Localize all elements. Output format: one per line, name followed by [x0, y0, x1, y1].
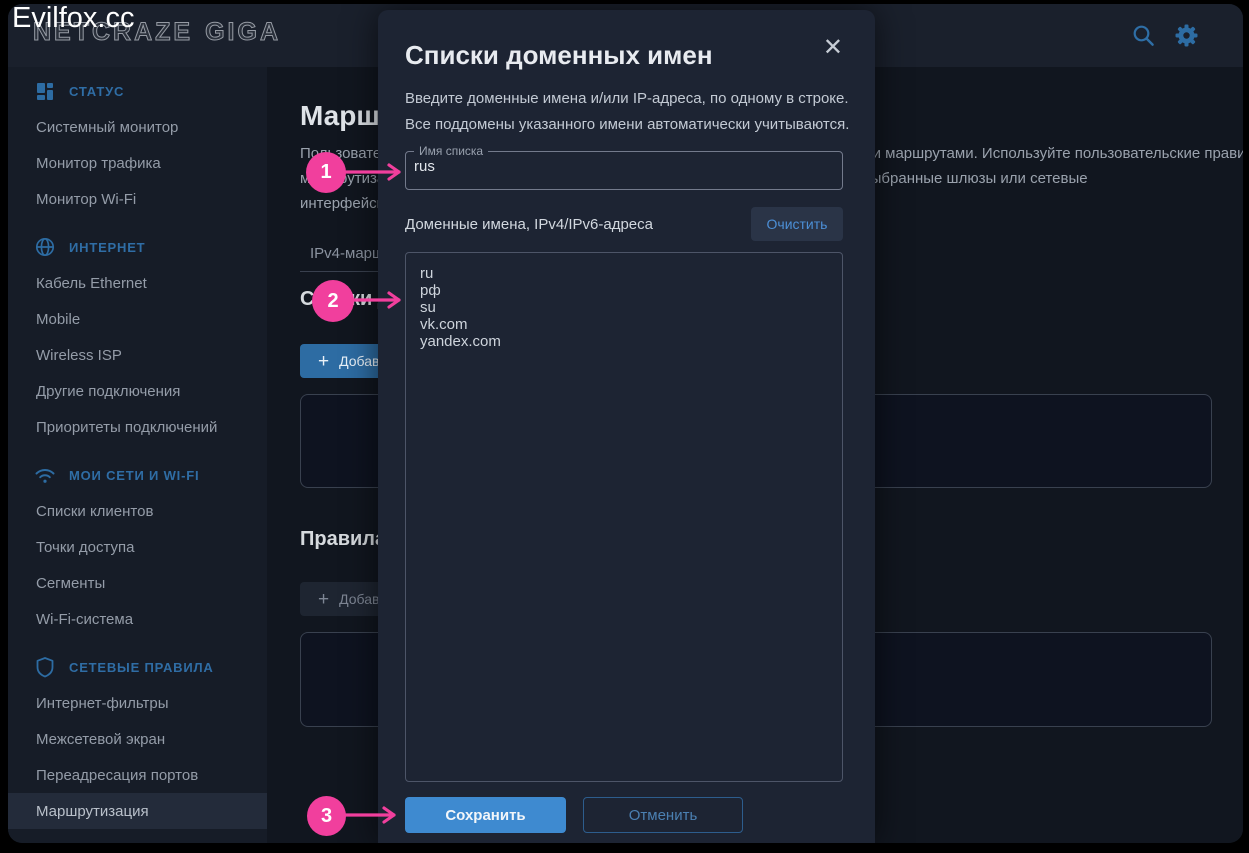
annotation-marker-3: 3: [307, 796, 346, 836]
sidebar-item[interactable]: Wi-Fi-система: [8, 601, 267, 637]
gear-icon[interactable]: [1174, 23, 1199, 48]
sidebar-section-header: СТАТУС: [8, 73, 267, 109]
sidebar-item[interactable]: Монитор трафика: [8, 145, 267, 181]
sidebar-section-label: СТАТУС: [69, 84, 124, 99]
sidebar-item[interactable]: Кабель Ethernet: [8, 265, 267, 301]
sidebar-item[interactable]: Wireless ISP: [8, 337, 267, 373]
list-name-label: Имя списка: [414, 144, 488, 158]
sidebar-item[interactable]: Системный монитор: [8, 109, 267, 145]
sidebar-item[interactable]: Монитор Wi-Fi: [8, 181, 267, 217]
sidebar-item[interactable]: Переадресация портов: [8, 757, 267, 793]
sidebar-item[interactable]: Приоритеты подключений: [8, 409, 267, 445]
plus-icon: +: [318, 590, 329, 609]
plus-icon: +: [318, 352, 329, 371]
arrow-icon: [344, 162, 408, 182]
dialog-subtitle-line: Введите доменные имена и/или IP-адреса, …: [405, 86, 849, 112]
sidebar-item[interactable]: Точки доступа: [8, 529, 267, 565]
domains-label: Доменные имена, IPv4/IPv6-адреса: [405, 216, 653, 233]
list-name-fieldset: Имя списка: [405, 144, 843, 190]
shield-icon: [34, 656, 56, 678]
save-button[interactable]: Сохранить: [405, 797, 566, 833]
sidebar-section-header: ИНТЕРНЕТ: [8, 229, 267, 265]
dialog-subtitle-line: Все поддомены указанного имени автоматич…: [405, 112, 849, 138]
cancel-button[interactable]: Отменить: [583, 797, 743, 833]
sidebar-section-label: МОИ СЕТИ И WI-FI: [69, 468, 199, 483]
sidebar-section-header: МОИ СЕТИ И WI-FI: [8, 457, 267, 493]
sidebar-section-label: СЕТЕВЫЕ ПРАВИЛА: [69, 660, 214, 675]
clear-button[interactable]: Очистить: [751, 207, 843, 241]
annotation-marker-2: 2: [312, 280, 354, 322]
sidebar-section-label: ИНТЕРНЕТ: [69, 240, 145, 255]
globe-icon: [34, 236, 56, 258]
logo-secondary: GIGA: [205, 18, 281, 46]
wifi-icon: [34, 464, 56, 486]
sidebar-item[interactable]: Межсетевой экран: [8, 721, 267, 757]
close-icon[interactable]: ✕: [823, 36, 843, 60]
sidebar-item[interactable]: Другие подключения: [8, 373, 267, 409]
search-icon[interactable]: [1132, 24, 1155, 47]
list-name-input[interactable]: [406, 158, 842, 181]
sidebar-item[interactable]: Mobile: [8, 301, 267, 337]
sidebar-item[interactable]: Списки клиентов: [8, 493, 267, 529]
sidebar-item[interactable]: Сегменты: [8, 565, 267, 601]
dialog-subtitle: Введите доменные имена и/или IP-адреса, …: [405, 86, 849, 138]
arrow-icon: [352, 290, 408, 310]
arrow-icon: [343, 805, 403, 825]
annotation-marker-1: 1: [306, 152, 346, 193]
dialog-title: Списки доменных имен: [405, 40, 713, 71]
sidebar: СТАТУС Системный мониторМонитор трафикаМо…: [8, 67, 267, 843]
sidebar-item[interactable]: Интернет-фильтры: [8, 685, 267, 721]
watermark: Evilfox.cc: [12, 2, 134, 35]
sidebar-item[interactable]: Маршрутизация: [8, 793, 267, 829]
domain-lists-dialog: Списки доменных имен ✕ Введите доменные …: [378, 10, 875, 843]
sidebar-section-header: СЕТЕВЫЕ ПРАВИЛА: [8, 649, 267, 685]
app-frame: NETCRAZEGIGA СТАТУССист: [8, 4, 1243, 843]
domains-textarea[interactable]: [405, 252, 843, 782]
dashboard-icon: [34, 80, 56, 102]
